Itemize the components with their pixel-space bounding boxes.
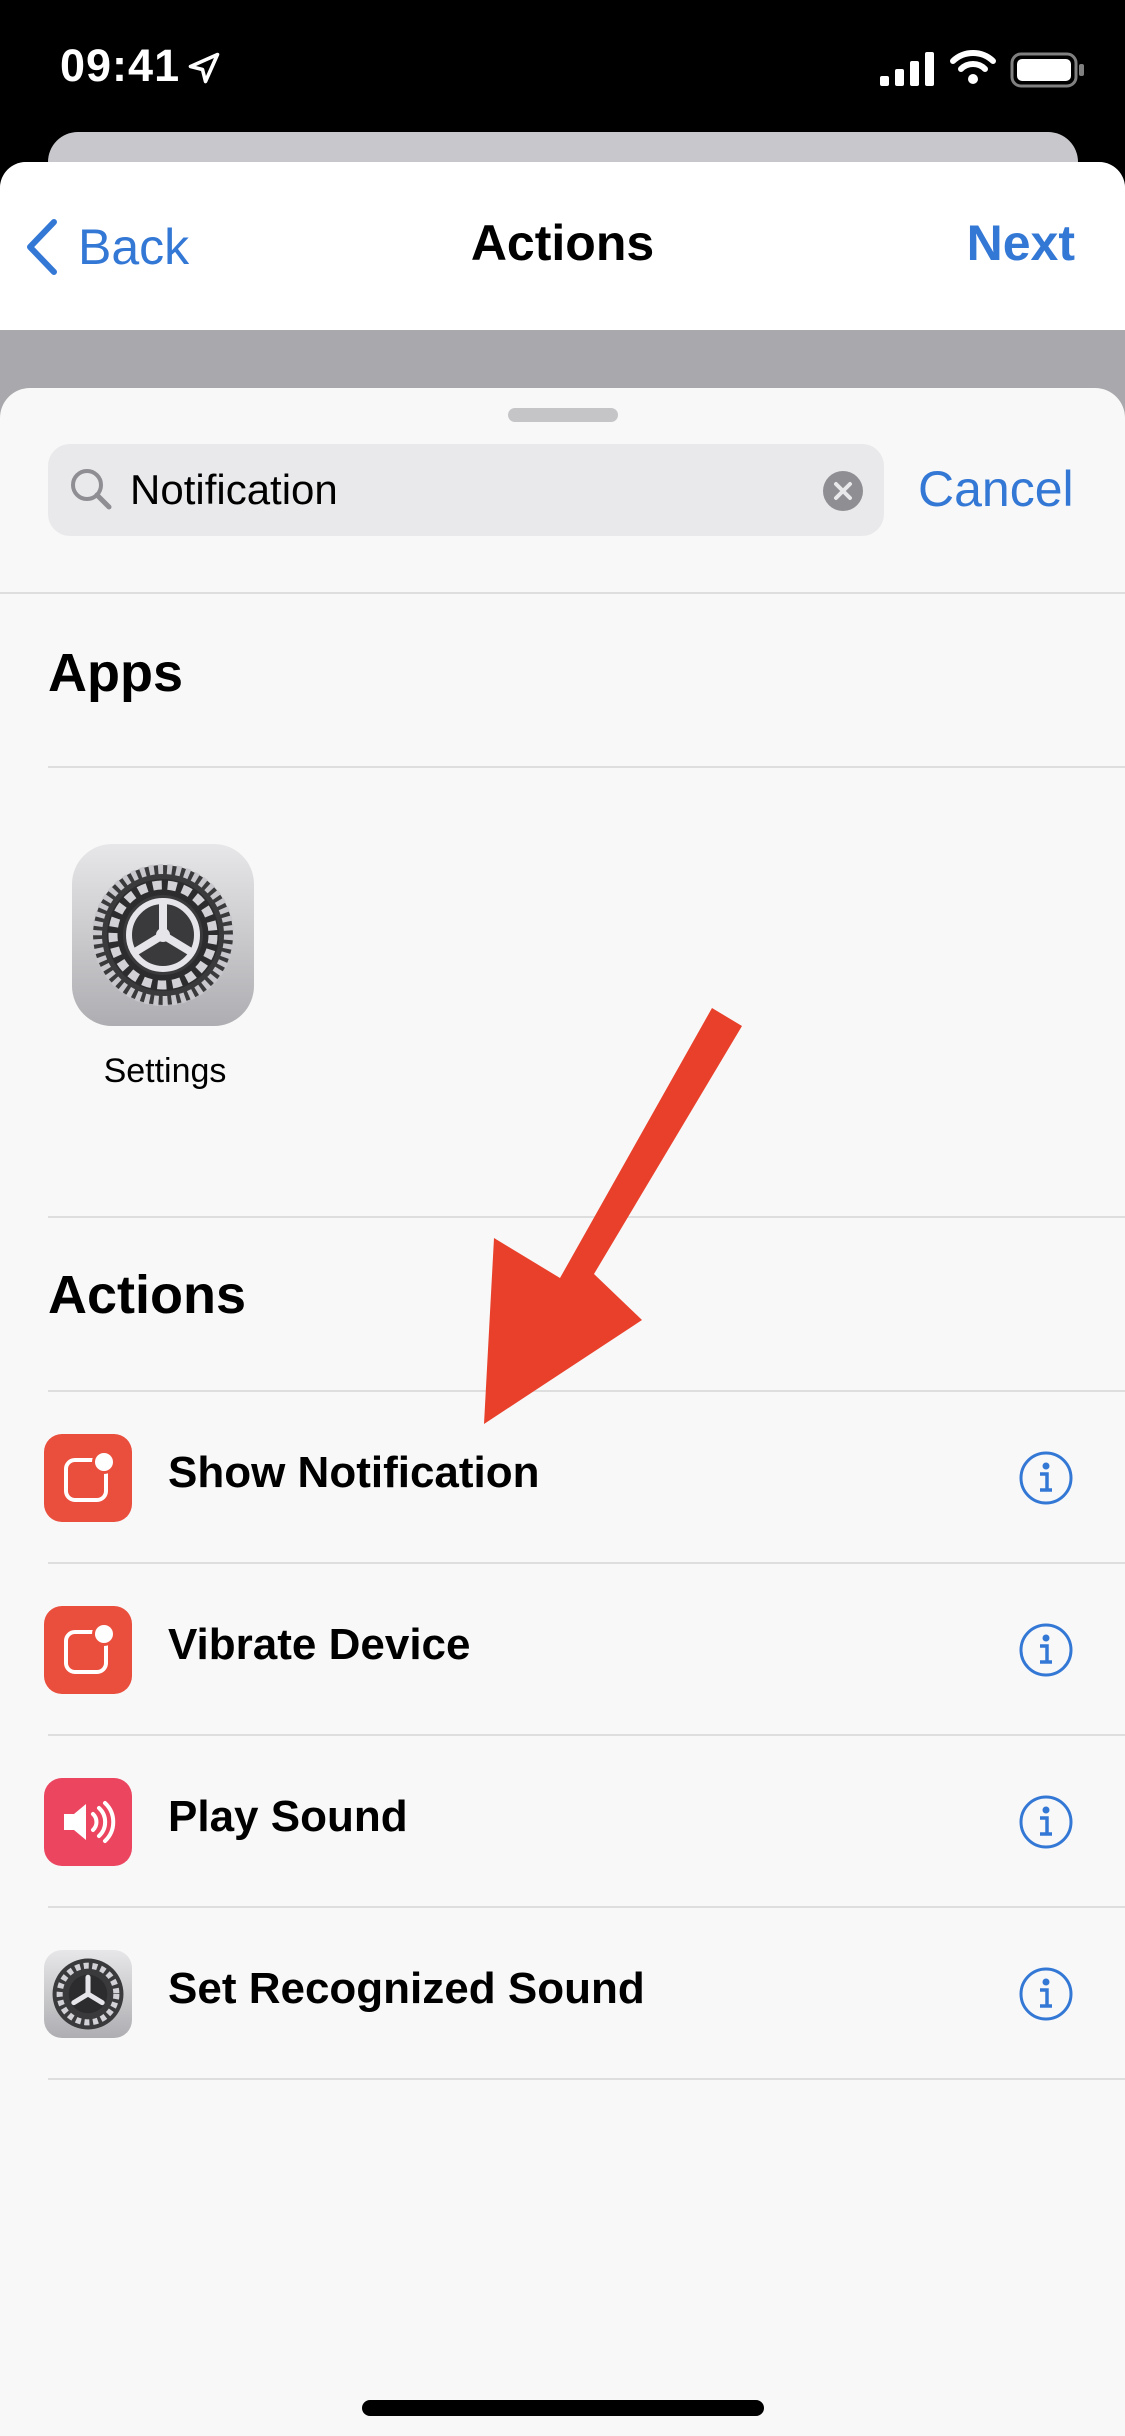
wifi-icon	[950, 50, 996, 84]
app-label: Settings	[103, 1052, 227, 1090]
actions-section-title: Actions	[48, 1265, 247, 1325]
next-button[interactable]: Next	[967, 214, 1075, 272]
search-icon	[71, 469, 112, 510]
info-icon[interactable]	[1018, 1966, 1074, 2022]
app-tile-settings[interactable]: Settings	[72, 844, 258, 1091]
status-time: 09:41	[60, 40, 181, 91]
action-row-show-notification[interactable]: Show Notification	[0, 1392, 1125, 1562]
navigation-bar: Back Actions Next	[0, 162, 1125, 330]
search-actions-sheet: Cancel Apps Settings Actions	[0, 388, 1125, 2436]
apps-section-title: Apps	[48, 643, 183, 703]
info-icon[interactable]	[1018, 1622, 1074, 1678]
speaker-icon	[44, 1778, 132, 1866]
action-label: Vibrate Device	[168, 1620, 471, 1669]
action-row-play-sound[interactable]: Play Sound	[0, 1736, 1125, 1906]
sheet-grabber[interactable]	[508, 408, 618, 422]
action-row-vibrate-device[interactable]: Vibrate Device	[0, 1564, 1125, 1734]
action-label: Play Sound	[168, 1792, 408, 1841]
divider	[48, 1216, 1125, 1218]
action-row-set-recognized-sound[interactable]: Set Recognized Sound	[0, 1908, 1125, 2078]
divider	[0, 592, 1125, 594]
settings-gear-icon	[44, 1950, 132, 2038]
location-arrow-icon	[188, 52, 220, 84]
info-icon[interactable]	[1018, 1794, 1074, 1850]
page-title: Actions	[470, 215, 655, 271]
info-icon[interactable]	[1018, 1450, 1074, 1506]
divider	[48, 2078, 1125, 2080]
battery-icon	[1010, 52, 1084, 88]
home-indicator[interactable]	[362, 2400, 764, 2416]
notification-badge-icon	[44, 1606, 132, 1694]
clear-text-icon[interactable]	[822, 470, 864, 512]
cellular-signal-icon	[880, 52, 934, 86]
notification-badge-icon	[44, 1434, 132, 1522]
action-label: Show Notification	[168, 1448, 540, 1497]
search-input[interactable]	[130, 462, 770, 518]
search-field[interactable]	[48, 444, 884, 536]
settings-gear-icon	[72, 844, 254, 1026]
action-label: Set Recognized Sound	[168, 1964, 645, 2013]
divider	[48, 766, 1125, 768]
cancel-button[interactable]: Cancel	[918, 460, 1074, 518]
status-bar: 09:41	[0, 0, 1125, 140]
